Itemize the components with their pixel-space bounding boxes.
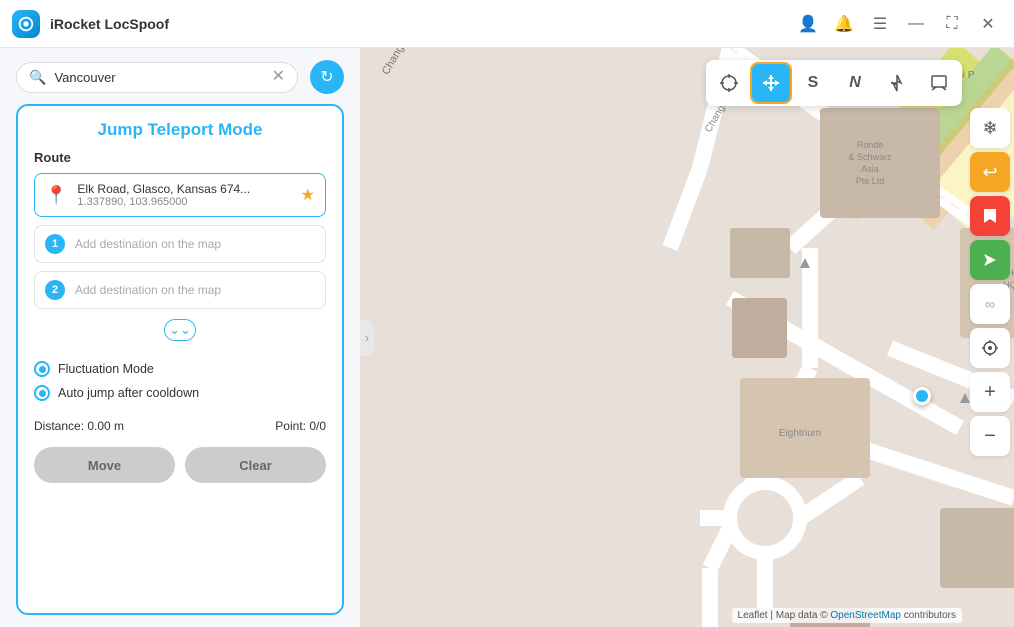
autojump-radio-inner <box>39 390 46 397</box>
map-area[interactable]: Rohde & Schwarz Asia Pte Ltd Soo Kee HQ … <box>360 48 1014 627</box>
dest-item-2[interactable]: 2 Add destination on the map <box>34 271 326 309</box>
teleport-card: Jump Teleport Mode Route 📍 Elk Road, Gla… <box>16 104 344 615</box>
app-logo <box>12 10 40 38</box>
fluctuation-radio-inner <box>39 366 46 373</box>
fluctuation-option[interactable]: Fluctuation Mode <box>34 361 326 377</box>
options-section: Fluctuation Mode Auto jump after cooldow… <box>34 351 326 405</box>
svg-text:Pte Ltd: Pte Ltd <box>856 176 885 186</box>
freeze-tool[interactable]: ❄ <box>970 108 1010 148</box>
osm-link: OpenStreetMap <box>830 610 901 621</box>
right-sidebar: ❄ ↩ ∞ + − <box>970 108 1010 456</box>
distance-stat: Distance: 0.00 m <box>34 419 124 433</box>
location-icon: 📍 <box>45 185 67 206</box>
svg-text:Eightrium: Eightrium <box>779 428 821 439</box>
curve-route-tool[interactable]: S <box>794 64 832 102</box>
map-attribution: Leaflet | Map data © OpenStreetMap contr… <box>732 608 962 623</box>
search-bar: 🔍 ✕ <box>16 62 298 93</box>
dest-text-1: Add destination on the map <box>75 237 221 251</box>
send-tool[interactable] <box>970 240 1010 280</box>
teleport-title: Jump Teleport Mode <box>34 120 326 140</box>
route-label: Route <box>34 150 326 165</box>
zoom-in-button[interactable]: + <box>970 372 1010 412</box>
autojump-label: Auto jump after cooldown <box>58 386 199 400</box>
expand-button-container: ⌄⌄ <box>34 319 326 341</box>
close-button[interactable]: ✕ <box>974 10 1002 38</box>
attribution-contributors: contributors <box>904 610 956 621</box>
stats-row: Distance: 0.00 m Point: 0/0 <box>34 415 326 437</box>
attribution-separator: | Map data © <box>770 610 830 621</box>
zoom-out-button[interactable]: − <box>970 416 1010 456</box>
fluctuation-radio[interactable] <box>34 361 50 377</box>
dest-num-1: 1 <box>45 234 65 254</box>
crosshair-tool[interactable] <box>710 64 748 102</box>
expand-button[interactable]: ⌄⌄ <box>164 319 196 341</box>
move-button[interactable]: Move <box>34 447 175 483</box>
minimize-button[interactable]: — <box>902 10 930 38</box>
autojump-option[interactable]: Auto jump after cooldown <box>34 385 326 401</box>
bookmark-tool[interactable] <box>970 196 1010 236</box>
app-title: iRocket LocSpoof <box>50 16 794 32</box>
dest-item-1[interactable]: 1 Add destination on the map <box>34 225 326 263</box>
jump-route-tool[interactable]: N <box>836 64 874 102</box>
move-tool[interactable] <box>752 64 790 102</box>
bell-icon[interactable]: 🔔 <box>830 10 858 38</box>
point-stat: Point: 0/0 <box>275 419 326 433</box>
profile-icon[interactable]: 👤 <box>794 10 822 38</box>
teleport-tool[interactable] <box>878 64 916 102</box>
search-input[interactable] <box>54 70 263 85</box>
clear-button[interactable]: Clear <box>185 447 326 483</box>
fluctuation-label: Fluctuation Mode <box>58 362 154 376</box>
route-item[interactable]: 📍 Elk Road, Glasco, Kansas 674... 1.3378… <box>34 173 326 217</box>
svg-text:Rohde: Rohde <box>857 140 884 150</box>
main-layout: 🔍 ✕ ↻ Jump Teleport Mode Route 📍 Elk Roa… <box>0 48 1014 627</box>
refresh-button[interactable]: ↻ <box>310 60 344 94</box>
search-clear-button[interactable]: ✕ <box>272 69 285 85</box>
route-item-text: Elk Road, Glasco, Kansas 674... 1.337890… <box>77 182 290 208</box>
link-tool[interactable]: ∞ <box>970 284 1010 324</box>
route-section: Route 📍 Elk Road, Glasco, Kansas 674... … <box>34 150 326 341</box>
window-controls: 👤 🔔 ☰ — ⛶ ✕ <box>794 10 1002 38</box>
action-buttons: Move Clear <box>34 447 326 483</box>
map-toolbar: S N <box>706 60 962 106</box>
maximize-button[interactable]: ⛶ <box>938 10 966 38</box>
title-bar: iRocket LocSpoof 👤 🔔 ☰ — ⛶ ✕ <box>0 0 1014 48</box>
history-tool[interactable] <box>920 64 958 102</box>
svg-text:& Schwarz: & Schwarz <box>848 152 892 162</box>
dest-num-2: 2 <box>45 280 65 300</box>
dest-text-2: Add destination on the map <box>75 283 221 297</box>
map-canvas: Rohde & Schwarz Asia Pte Ltd Soo Kee HQ … <box>360 48 1014 627</box>
panel-collapse-button[interactable]: › <box>360 320 374 356</box>
autojump-radio[interactable] <box>34 385 50 401</box>
left-panel: 🔍 ✕ ↻ Jump Teleport Mode Route 📍 Elk Roa… <box>0 48 360 627</box>
route-item-coords: 1.337890, 103.965000 <box>77 196 290 208</box>
star-icon[interactable]: ★ <box>301 185 315 205</box>
leaflet-link: Leaflet <box>738 610 768 621</box>
locate-tool[interactable] <box>970 328 1010 368</box>
back-tool[interactable]: ↩ <box>970 152 1010 192</box>
location-dot <box>913 387 931 405</box>
search-icon: 🔍 <box>29 69 46 86</box>
route-item-name: Elk Road, Glasco, Kansas 674... <box>77 182 290 196</box>
svg-text:Asia: Asia <box>861 164 879 174</box>
menu-icon[interactable]: ☰ <box>866 10 894 38</box>
